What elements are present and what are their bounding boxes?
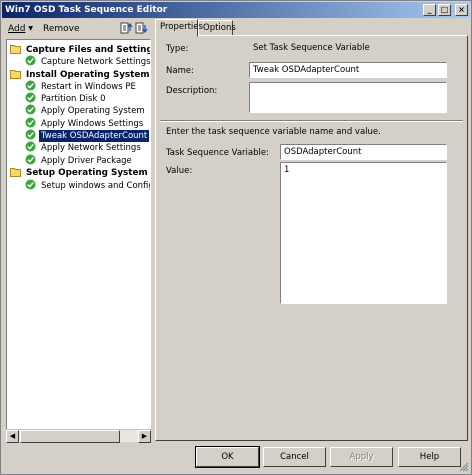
tab-properties[interactable]: Properties bbox=[155, 19, 203, 37]
title-bar[interactable]: Win7 OSD Task Sequence Editor _ □ × bbox=[2, 2, 470, 18]
name-field[interactable]: Tweak OSDAdapterCount bbox=[249, 62, 447, 78]
folder-icon bbox=[10, 45, 21, 54]
tree-step-label: Setup windows and ConfigMgr bbox=[41, 181, 150, 191]
type-label: Type: bbox=[166, 44, 189, 54]
tree-step-label: Apply Operating System bbox=[41, 106, 145, 116]
scroll-left-icon[interactable]: ◀ bbox=[6, 430, 19, 443]
green-check-icon bbox=[25, 55, 36, 66]
tree-step[interactable]: Setup windows and ConfigMgr bbox=[25, 179, 150, 191]
tree-step-label: Apply Network Settings bbox=[41, 143, 141, 153]
tree-step-label: Capture Network Settings bbox=[41, 57, 151, 67]
tree-step[interactable]: Apply Operating System bbox=[25, 104, 147, 116]
toolbar: Add ▼ Remove bbox=[5, 21, 149, 37]
minimize-button[interactable]: _ bbox=[423, 4, 436, 16]
tree-group-label: Setup Operating System bbox=[26, 168, 148, 178]
separator bbox=[160, 120, 463, 122]
scroll-right-icon[interactable]: ▶ bbox=[138, 430, 151, 443]
remove-button[interactable]: Remove bbox=[43, 22, 80, 36]
tree-group[interactable]: Capture Files and Settings bbox=[10, 43, 150, 55]
cancel-button[interactable]: Cancel bbox=[263, 447, 326, 467]
tree-step-selected[interactable]: Tweak OSDAdapterCount bbox=[25, 129, 150, 143]
tab-label: Properties bbox=[160, 22, 203, 32]
window-title: Win7 OSD Task Sequence Editor bbox=[5, 5, 168, 15]
green-check-icon bbox=[25, 117, 36, 128]
pane-splitter[interactable] bbox=[151, 39, 154, 442]
resize-grip-icon[interactable] bbox=[459, 462, 469, 472]
tab-label: Options bbox=[203, 23, 236, 33]
editor-window: Win7 OSD Task Sequence Editor _ □ × Add … bbox=[0, 0, 472, 475]
help-button[interactable]: Help bbox=[398, 447, 461, 467]
instruction-text: Enter the task sequence variable name an… bbox=[166, 127, 381, 137]
add-button[interactable]: Add ▼ bbox=[8, 22, 33, 36]
value-label: Value: bbox=[166, 166, 193, 176]
folder-icon bbox=[10, 168, 21, 177]
maximize-button[interactable]: □ bbox=[438, 4, 451, 16]
green-check-icon bbox=[25, 129, 36, 140]
name-label: Name: bbox=[166, 66, 194, 76]
scrollbar-thumb[interactable] bbox=[20, 430, 120, 443]
variable-label: Task Sequence Variable: bbox=[166, 148, 269, 158]
green-check-icon bbox=[25, 92, 36, 103]
description-label: Description: bbox=[166, 86, 218, 96]
type-value: Set Task Sequence Variable bbox=[249, 40, 447, 56]
tree-group[interactable]: Install Operating System bbox=[10, 68, 150, 80]
remove-label: Remove bbox=[43, 24, 80, 34]
task-sequence-tree[interactable]: Capture Files and Settings Capture Netwo… bbox=[6, 39, 151, 442]
move-down-icon[interactable] bbox=[135, 22, 148, 34]
green-check-icon bbox=[25, 80, 36, 91]
apply-button[interactable]: Apply bbox=[330, 447, 393, 467]
tree-step[interactable]: Apply Network Settings bbox=[25, 141, 143, 153]
tab-options[interactable]: Options bbox=[198, 20, 236, 36]
variable-field[interactable]: OSDAdapterCount bbox=[280, 144, 447, 160]
add-label: Add bbox=[8, 24, 26, 34]
tree-step[interactable]: Partition Disk 0 bbox=[25, 92, 108, 104]
title-bar-controls: _ □ × bbox=[423, 4, 468, 16]
chevron-down-icon: ▼ bbox=[28, 25, 33, 32]
tree-step[interactable]: Apply Windows Settings bbox=[25, 117, 145, 129]
green-check-icon bbox=[25, 104, 36, 115]
green-check-icon bbox=[25, 141, 36, 152]
ok-button[interactable]: OK bbox=[195, 446, 260, 468]
tree-group[interactable]: Setup Operating System bbox=[10, 166, 150, 178]
close-button[interactable]: × bbox=[455, 4, 468, 16]
description-field[interactable] bbox=[249, 82, 447, 113]
tree-step[interactable]: Apply Driver Package bbox=[25, 154, 134, 166]
move-up-icon[interactable] bbox=[120, 22, 133, 34]
tree-horizontal-scrollbar[interactable]: ◀ ▶ bbox=[6, 429, 151, 443]
tree-step[interactable]: Restart in Windows PE bbox=[25, 80, 138, 92]
tree-step[interactable]: Capture Network Settings bbox=[25, 55, 151, 67]
green-check-icon bbox=[25, 154, 36, 165]
folder-icon bbox=[10, 70, 21, 79]
green-check-icon bbox=[25, 179, 36, 190]
properties-panel: Type: Set Task Sequence Variable Name: T… bbox=[155, 35, 468, 441]
value-field[interactable]: 1 bbox=[280, 162, 447, 304]
